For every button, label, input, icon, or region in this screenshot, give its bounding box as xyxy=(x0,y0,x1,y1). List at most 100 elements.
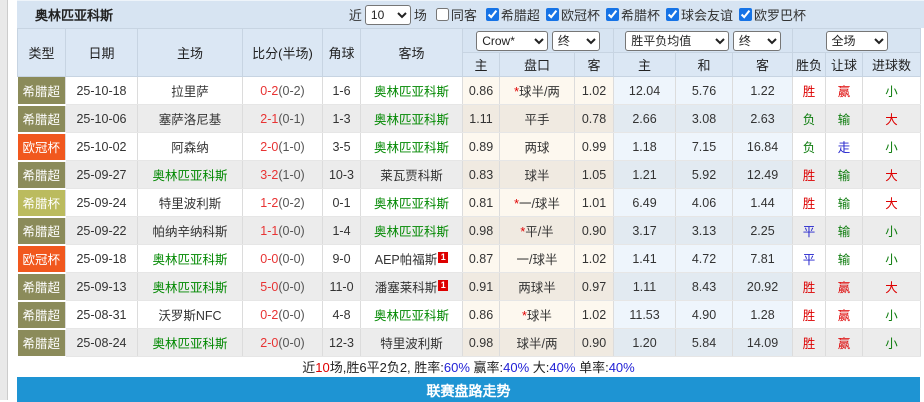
league-filter-checkbox-4[interactable] xyxy=(738,8,752,21)
result-goals: 大 xyxy=(862,272,922,301)
away-team: 奥林匹亚科斯 xyxy=(360,76,463,105)
match-type-badge: 希腊超 xyxy=(17,216,66,246)
summary-segment: 60% xyxy=(443,359,470,375)
away-team: 奥林匹亚科斯 xyxy=(360,132,463,161)
col-header-corners: 角球 xyxy=(322,28,361,77)
match-row: 希腊超 25-10-06 塞萨洛尼基 2-1(0-1) 1-3 奥林匹亚科斯 1.11 平手 0… xyxy=(17,104,922,134)
league-filter-4[interactable]: 欧罗巴杯 xyxy=(733,5,806,24)
result-outcome: 胜 xyxy=(792,188,827,217)
home-team: 塞萨洛尼基 xyxy=(137,104,243,133)
match-date: 25-09-18 xyxy=(65,244,138,273)
avg-away: 2.25 xyxy=(732,216,794,245)
match-row: 希腊超 25-10-18 拉里萨 0-2(0-2) 1-6 奥林匹亚科斯 0.86 *球半/两… xyxy=(17,76,922,106)
odds-away: 0.90 xyxy=(574,216,615,245)
avg-draw: 3.13 xyxy=(675,216,734,245)
corners: 9-0 xyxy=(322,244,361,273)
col-subheader-result-handicap: 让球 xyxy=(825,52,864,77)
match-score: 0-2(0-2) xyxy=(242,76,323,105)
league-filter-checkbox-0[interactable] xyxy=(485,8,499,21)
odds-home: 0.91 xyxy=(462,272,500,301)
handicap-line: 一/球半 xyxy=(499,244,575,273)
avg-draw: 7.15 xyxy=(675,132,734,161)
odds-source-select[interactable]: Crow* xyxy=(476,30,549,51)
same-venue-checkbox[interactable] xyxy=(435,8,449,21)
avg-home: 1.18 xyxy=(613,132,677,161)
avg-final-select[interactable]: 终 xyxy=(732,30,781,51)
col-subheader-avg-draw: 和 xyxy=(675,52,734,77)
avg-away: 1.28 xyxy=(732,300,794,329)
odds-home: 0.87 xyxy=(462,244,500,273)
footer-bar-label: 联赛盘路走势 xyxy=(426,382,511,399)
match-date: 25-09-24 xyxy=(65,188,138,217)
match-score: 3-2(1-0) xyxy=(242,160,323,189)
league-filter-0[interactable]: 希腊超 xyxy=(480,5,540,24)
league-handicap-trend-bar[interactable]: 联赛盘路走势 xyxy=(17,376,920,402)
handicap-line: *平/半 xyxy=(499,216,575,245)
match-row: 希腊超 25-08-24 奥林匹亚科斯 2-0(0-0) 12-3 特里波利斯 0.98 球半… xyxy=(17,328,922,358)
result-goals: 小 xyxy=(862,76,922,105)
result-handicap: 输 xyxy=(825,104,864,133)
avg-home: 1.11 xyxy=(613,272,677,301)
league-filter-checkbox-2[interactable] xyxy=(605,8,619,21)
match-date: 25-08-24 xyxy=(65,328,138,357)
recent-count-select[interactable]: 10 xyxy=(364,4,411,25)
home-team: 奥林匹亚科斯 xyxy=(137,272,243,301)
avg-draw: 5.84 xyxy=(675,328,734,357)
match-history-table: 类型 日期 主场 比分(半场) 角球 客场 Crow* 终 胜平负均值 终 全场… xyxy=(17,28,922,358)
league-filter-checkbox-3[interactable] xyxy=(665,8,679,21)
avg-away: 12.49 xyxy=(732,160,794,189)
avg-source-select[interactable]: 胜平负均值 xyxy=(625,30,730,51)
match-type-badge: 希腊超 xyxy=(17,300,66,330)
match-type-badge: 希腊超 xyxy=(17,160,66,190)
league-filter-label: 球会友谊 xyxy=(680,8,733,23)
league-filter-label: 欧罗巴杯 xyxy=(753,8,806,23)
match-score: 2-0(0-0) xyxy=(242,328,323,357)
same-venue-checkbox-label[interactable]: 同客 xyxy=(430,5,477,24)
avg-draw: 5.92 xyxy=(675,160,734,189)
page-left-gutter xyxy=(0,0,8,400)
home-team: 特里波利斯 xyxy=(137,188,243,217)
result-goals: 大 xyxy=(862,104,922,133)
result-goals: 小 xyxy=(862,328,922,357)
away-team: 奥林匹亚科斯 xyxy=(360,104,463,133)
league-filter-1[interactable]: 欧冠杯 xyxy=(540,5,600,24)
league-filter-group: 希腊超 欧冠杯 希腊杯 球会友谊 欧罗巴杯 xyxy=(480,5,806,24)
match-row: 希腊超 25-09-13 奥林匹亚科斯 5-0(0-0) 11-0 潘塞莱科斯 1 0.91 两… xyxy=(17,272,922,302)
league-filter-checkbox-1[interactable] xyxy=(545,8,559,21)
result-handicap: 赢 xyxy=(825,328,864,357)
result-goals: 小 xyxy=(862,244,922,273)
avg-home: 1.41 xyxy=(613,244,677,273)
odds-final-select[interactable]: 终 xyxy=(551,30,600,51)
result-handicap: 走 xyxy=(825,132,864,161)
handicap-line: 两球 xyxy=(499,132,575,161)
odds-away: 0.97 xyxy=(574,272,615,301)
avg-draw: 4.90 xyxy=(675,300,734,329)
league-filter-2[interactable]: 希腊杯 xyxy=(600,5,660,24)
match-date: 25-09-22 xyxy=(65,216,138,245)
corners: 12-3 xyxy=(322,328,361,357)
red-card-badge: 1 xyxy=(438,252,449,263)
odds-select-group: Crow* 终 xyxy=(461,28,615,53)
avg-away: 1.22 xyxy=(732,76,794,105)
scope-select[interactable]: 全场 xyxy=(825,30,888,51)
match-type-badge: 希腊杯 xyxy=(17,188,66,218)
league-filter-label: 希腊超 xyxy=(500,8,540,23)
col-header-score: 比分(半场) xyxy=(242,28,323,77)
corners: 1-4 xyxy=(322,216,361,245)
avg-draw: 4.72 xyxy=(675,244,734,273)
match-score: 0-2(0-0) xyxy=(242,300,323,329)
handicap-star: * xyxy=(522,309,527,323)
col-subheader-avg-away: 客 xyxy=(732,52,794,77)
summary-segment: 40% xyxy=(503,359,530,375)
league-filter-3[interactable]: 球会友谊 xyxy=(660,5,733,24)
odds-home: 0.98 xyxy=(462,328,500,357)
avg-draw: 3.08 xyxy=(675,104,734,133)
result-outcome: 平 xyxy=(792,244,827,273)
result-goals: 小 xyxy=(862,216,922,245)
match-score: 2-0(1-0) xyxy=(242,132,323,161)
avg-home: 1.21 xyxy=(613,160,677,189)
odds-away: 0.90 xyxy=(574,328,615,357)
col-header-type: 类型 xyxy=(17,28,66,77)
scope-select-group: 全场 xyxy=(792,28,922,53)
match-history-panel: 奥林匹亚科斯 近 10 场 同客 希腊超 欧冠杯 希腊杯 球会友谊 欧罗巴杯 类型 日期… xyxy=(17,0,924,402)
